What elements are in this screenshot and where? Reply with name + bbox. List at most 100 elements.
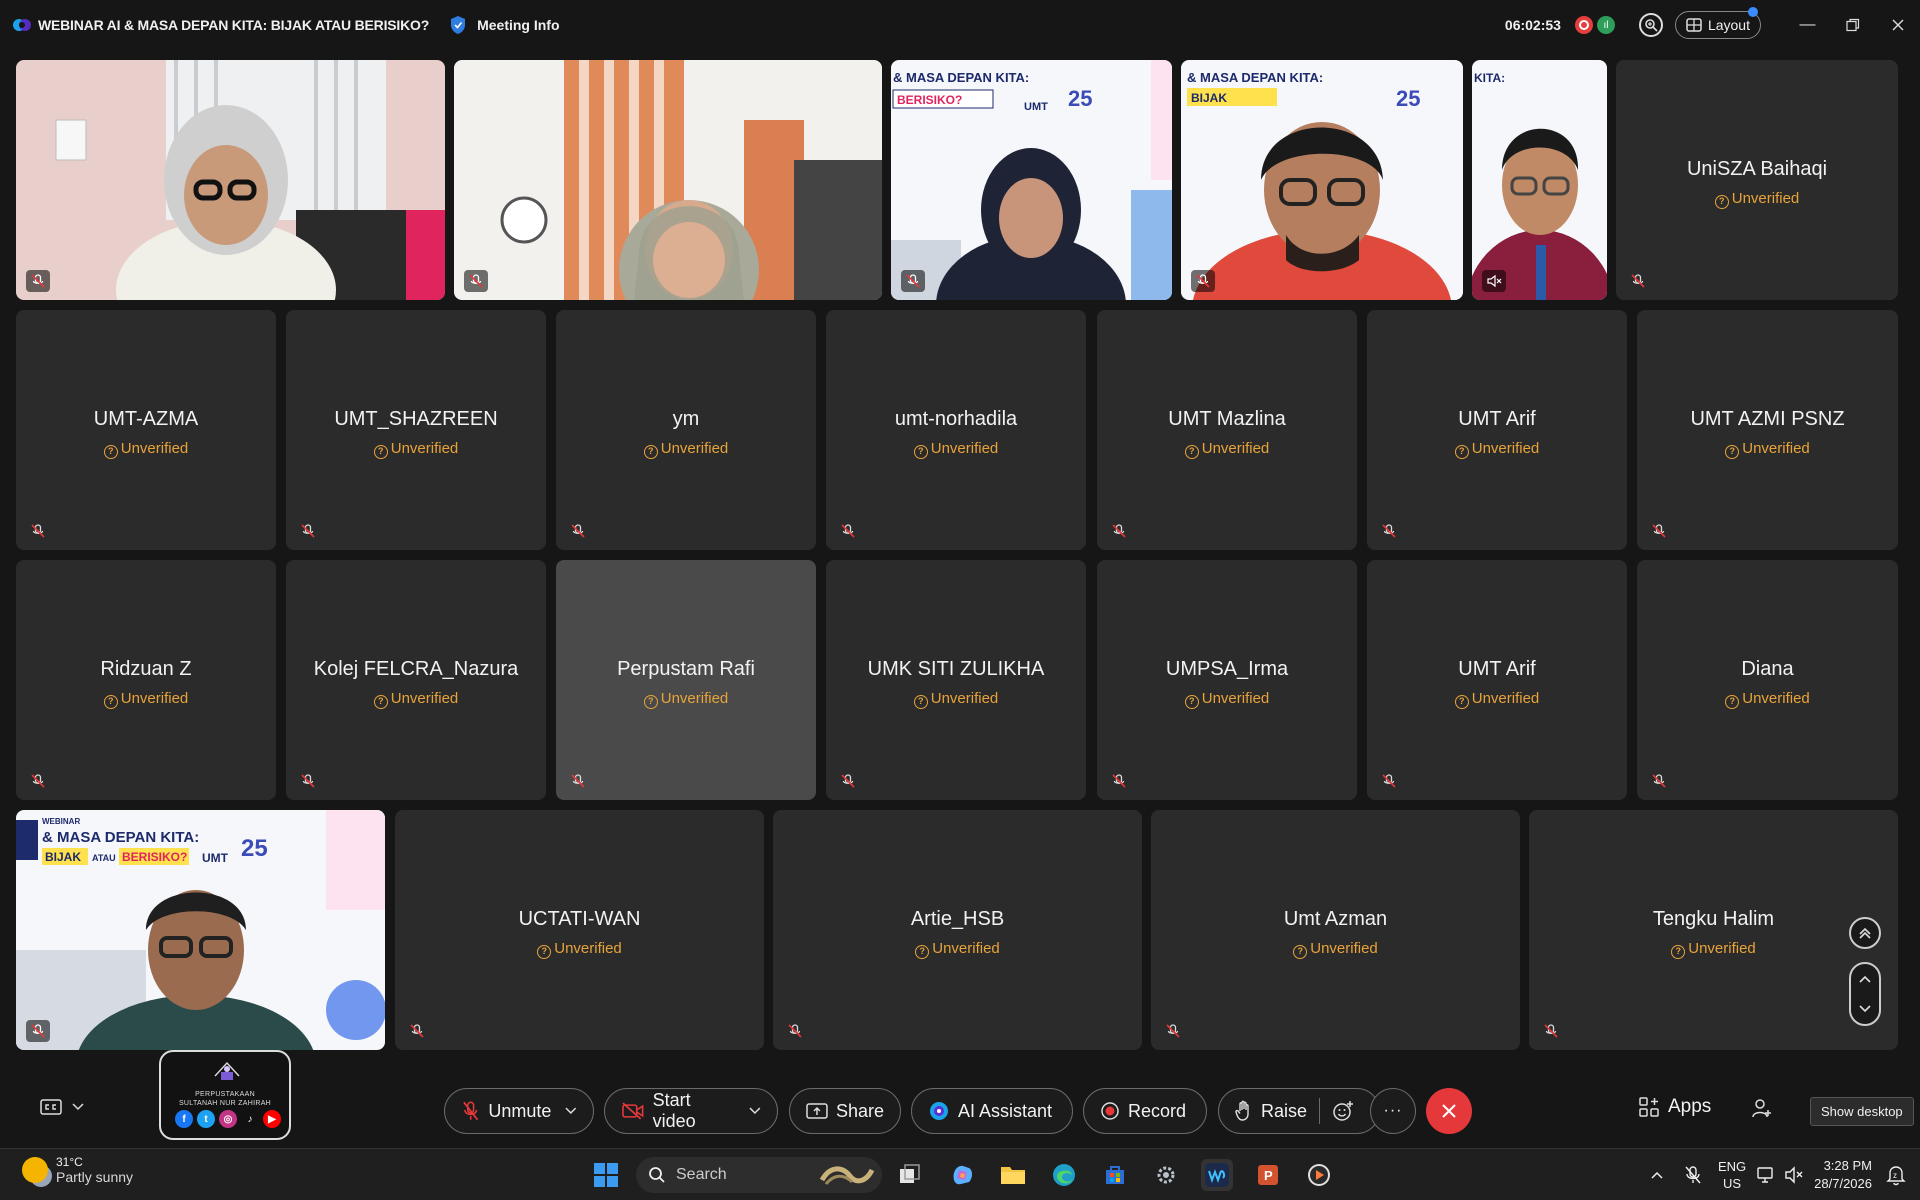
audio-indicator-icon: ıl xyxy=(1596,16,1615,34)
share-button[interactable]: Share xyxy=(789,1088,901,1134)
unverified-icon: ? xyxy=(1184,445,1199,459)
double-chevron-up-icon xyxy=(1859,927,1871,939)
participant-tile[interactable]: UMT-AZMA ? Unverified xyxy=(16,310,276,550)
unverified-icon: ? xyxy=(537,945,552,959)
participant-name: Artie_HSB xyxy=(910,908,1005,930)
mic-muted-icon xyxy=(1647,770,1671,792)
task-view-icon[interactable] xyxy=(894,1159,926,1191)
chevron-down-icon[interactable] xyxy=(565,1107,577,1115)
edge-browser-icon[interactable] xyxy=(1048,1159,1080,1191)
participant-tile[interactable]: UCTATI-WAN ? Unverified xyxy=(395,810,764,1050)
taskbar-search[interactable]: Search xyxy=(636,1157,882,1193)
mic-muted-icon xyxy=(26,520,50,542)
video-tile[interactable]: & MASA DEPAN KITA: BERISIKO? UMT 25 xyxy=(891,60,1172,300)
leave-meeting-button[interactable] xyxy=(1426,1088,1472,1134)
shield-icon[interactable] xyxy=(449,15,467,35)
participant-name: Diana xyxy=(1741,658,1794,680)
network-icon[interactable] xyxy=(1756,1166,1776,1184)
unverified-icon: ? xyxy=(1184,695,1199,709)
windows-start-icon[interactable] xyxy=(590,1159,622,1191)
participant-tile[interactable]: umt-norhadila ? Unverified xyxy=(826,310,1086,550)
captions-icon xyxy=(40,1099,62,1115)
divider xyxy=(1319,1098,1321,1124)
video-tile[interactable]: & MASA DEPAN KITA: BIJAK 25 xyxy=(1181,60,1463,300)
scroll-to-top-button[interactable] xyxy=(1849,917,1881,949)
participant-tile[interactable]: UMPSA_Irma ? Unverified xyxy=(1097,560,1357,800)
zoom-icon[interactable] xyxy=(1638,13,1663,37)
apps-icon xyxy=(1639,1097,1659,1117)
weather-widget[interactable]: 31°C Partly sunny xyxy=(22,1155,133,1185)
participant-tile[interactable]: UMK SITI ZULIKHA ? Unverified xyxy=(826,560,1086,800)
recording-indicator-icon xyxy=(1574,16,1593,34)
video-tile[interactable] xyxy=(454,60,882,300)
meeting-info-link[interactable]: Meeting Info xyxy=(477,17,559,33)
microphone-muted-icon[interactable] xyxy=(1684,1165,1702,1185)
unmute-button[interactable]: Unmute xyxy=(444,1088,594,1134)
webex-logo-icon xyxy=(13,19,31,31)
unverified-icon: ? xyxy=(103,445,118,459)
minimize-icon[interactable]: — xyxy=(1785,0,1830,50)
more-options-button[interactable]: ··· xyxy=(1370,1088,1416,1134)
layout-button[interactable]: Layout xyxy=(1674,7,1761,39)
chevron-down-icon[interactable] xyxy=(1857,1003,1873,1015)
participant-tile[interactable]: UniSZA Baihaqi ? Unverified xyxy=(1616,60,1898,300)
unverified-badge: ? Unverified xyxy=(1616,190,1898,209)
library-logo-overlay: PERPUSTAKAAN SULTANAH NUR ZAHIRAH f t ◎ … xyxy=(159,1050,291,1140)
apps-button[interactable]: Apps xyxy=(1638,1096,1711,1118)
participant-tile[interactable]: UMT Arif ? Unverified xyxy=(1367,560,1627,800)
participant-tile[interactable]: ym ? Unverified xyxy=(556,310,816,550)
restore-icon[interactable] xyxy=(1830,0,1875,50)
participant-name: Tengku Halim xyxy=(1652,908,1775,930)
slide-title-text: & MASA DEPAN KITA: xyxy=(893,70,1029,85)
participant-tile[interactable]: Tengku Halim ? Unverified xyxy=(1529,810,1898,1050)
participant-tile[interactable]: UMT Arif ? Unverified xyxy=(1367,310,1627,550)
slide-berisiko-text: BERISIKO? xyxy=(897,93,962,107)
system-clock[interactable]: 3:28 PM 28/7/2026 xyxy=(1814,1157,1872,1193)
ai-assistant-button[interactable]: AI Assistant xyxy=(911,1088,1073,1134)
youtube-icon: ▶ xyxy=(263,1110,281,1128)
notifications-bell-icon[interactable]: z xyxy=(1886,1164,1906,1186)
captions-button[interactable] xyxy=(40,1098,84,1116)
reactions-icon[interactable] xyxy=(1332,1100,1354,1122)
slide-anniversary-text: 25 xyxy=(241,835,268,862)
mic-muted-icon xyxy=(1107,520,1131,542)
unverified-icon: ? xyxy=(643,695,658,709)
participant-tile[interactable]: Diana ? Unverified xyxy=(1637,560,1898,800)
mic-muted-icon xyxy=(26,770,50,792)
video-tile[interactable] xyxy=(16,60,445,300)
participant-tile[interactable]: Perpustam Rafi ? Unverified xyxy=(556,560,816,800)
participant-tile[interactable]: UMT Mazlina ? Unverified xyxy=(1097,310,1357,550)
video-tile[interactable]: WEBINAR & MASA DEPAN KITA: BIJAK ATAU BE… xyxy=(16,810,385,1050)
chevron-up-icon[interactable] xyxy=(1857,973,1873,985)
powerpoint-icon[interactable]: P xyxy=(1252,1159,1284,1191)
raise-hand-button[interactable]: Raise xyxy=(1218,1088,1380,1134)
copilot-icon[interactable] xyxy=(946,1159,978,1191)
participant-tile[interactable]: Ridzuan Z ? Unverified xyxy=(16,560,276,800)
close-icon[interactable] xyxy=(1875,0,1920,50)
record-button[interactable]: Record xyxy=(1083,1088,1207,1134)
media-player-icon[interactable] xyxy=(1303,1159,1335,1191)
participant-name: Kolej FELCRA_Nazura xyxy=(313,658,519,680)
unverified-badge: ? Unverified xyxy=(16,440,276,459)
participant-name: UMT_SHAZREEN xyxy=(334,408,498,430)
webex-app-icon[interactable] xyxy=(1201,1159,1233,1191)
participant-tile[interactable]: Artie_HSB ? Unverified xyxy=(773,810,1142,1050)
participant-name: UMT Mazlina xyxy=(1168,408,1286,430)
slide-bijak-text: BIJAK xyxy=(45,850,81,864)
participants-button[interactable] xyxy=(1750,1096,1774,1125)
settings-gear-icon[interactable] xyxy=(1150,1159,1182,1191)
participant-tile[interactable]: UMT AZMI PSNZ ? Unverified xyxy=(1637,310,1898,550)
language-indicator[interactable]: ENG US xyxy=(1718,1158,1746,1192)
chevron-up-icon[interactable] xyxy=(1650,1170,1664,1180)
participant-tile[interactable]: Kolej FELCRA_Nazura ? Unverified xyxy=(286,560,546,800)
microsoft-store-icon[interactable] xyxy=(1099,1159,1131,1191)
participant-tile[interactable]: UMT_SHAZREEN ? Unverified xyxy=(286,310,546,550)
volume-muted-icon[interactable] xyxy=(1784,1166,1804,1184)
video-tile[interactable]: KITA: xyxy=(1472,60,1607,300)
participant-tile[interactable]: Umt Azman ? Unverified xyxy=(1151,810,1520,1050)
start-video-button[interactable]: Start video xyxy=(604,1088,778,1134)
video-off-icon xyxy=(622,1102,644,1120)
layout-grid-icon xyxy=(1686,18,1702,32)
chevron-down-icon[interactable] xyxy=(749,1107,761,1115)
file-explorer-icon[interactable] xyxy=(997,1159,1029,1191)
